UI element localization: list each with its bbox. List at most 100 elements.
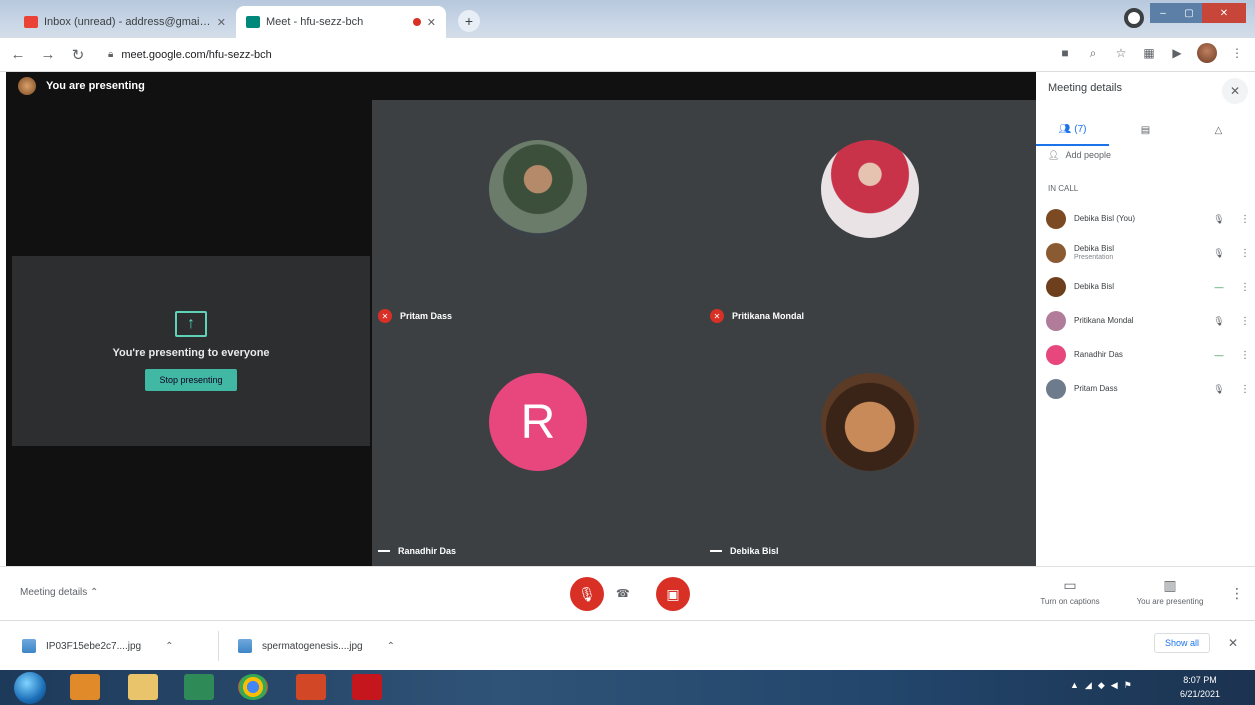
avatar xyxy=(1046,379,1066,399)
clock-date: 6/21/2021 xyxy=(1180,689,1221,699)
mic-off-icon: 🎙︎ xyxy=(578,585,596,602)
clock[interactable]: 8:07 PM 6/21/2021 xyxy=(1180,673,1220,701)
mic-toggle-button[interactable]: 🎙︎ xyxy=(570,577,604,611)
more-options-icon[interactable]: ⋮ xyxy=(1235,350,1255,361)
list-item[interactable]: Pritikana Mondal 🎙︎ ⋮ xyxy=(1036,304,1255,338)
avatar xyxy=(1046,311,1066,331)
captions-label: Turn on captions xyxy=(1040,597,1100,606)
participant-tile[interactable]: ✕ Pritam Dass xyxy=(372,100,704,333)
acrobat-icon[interactable] xyxy=(352,674,382,700)
participant-name: Pritam Dass xyxy=(1074,383,1118,393)
divider xyxy=(218,631,219,661)
pin-icon[interactable]: ⋮ xyxy=(1235,214,1255,225)
forward-icon[interactable]: → xyxy=(36,43,60,67)
present-button[interactable]: ▥ You are presenting xyxy=(1130,577,1210,606)
close-window-button[interactable]: ✕ xyxy=(1202,3,1246,23)
phone-icon: ☎︎ xyxy=(616,588,630,600)
camera-toggle-button[interactable]: ▣ xyxy=(656,577,690,611)
excel-icon[interactable] xyxy=(184,674,214,700)
list-item[interactable]: Pritam Dass 🎙︎ ⋮ xyxy=(1036,372,1255,406)
tab-people[interactable]: 👥︎ (7) xyxy=(1036,114,1109,146)
recording-dot-icon xyxy=(412,18,421,26)
avatar xyxy=(1046,277,1066,297)
list-item[interactable]: Ranadhir Das — ⋮ xyxy=(1036,338,1255,372)
extension-icon[interactable]: ▦ xyxy=(1141,45,1157,61)
start-button[interactable] xyxy=(14,672,46,704)
system-tray[interactable]: ▲◢◆◀⚑ xyxy=(1070,680,1138,691)
participant-name-tag: ✕ Pritam Dass xyxy=(378,309,452,323)
participant-name-tag: ✕ Pritikana Mondal xyxy=(710,309,804,323)
download-item[interactable]: IP03F15ebe2c7....jpg ⌃ xyxy=(22,635,173,657)
list-item[interactable]: Debika Bisl — ⋮ xyxy=(1036,270,1255,304)
file-explorer-icon[interactable] xyxy=(128,674,158,700)
chrome-icon[interactable] xyxy=(238,674,268,700)
camera-icon[interactable]: ■ xyxy=(1057,45,1073,61)
participant-avatar xyxy=(489,140,587,238)
address-bar[interactable]: 🔒︎ meet.google.com/hfu-sezz-bch xyxy=(100,43,1000,67)
media-player-icon[interactable] xyxy=(70,674,100,700)
powerpoint-icon[interactable] xyxy=(296,674,326,700)
more-options-icon[interactable]: ⋮ xyxy=(1235,384,1255,395)
tab-activities[interactable]: △ xyxy=(1182,114,1255,146)
panel-tabs: 👥︎ (7) ▤ △ xyxy=(1036,114,1255,146)
presenting-banner: You are presenting xyxy=(6,72,1036,100)
avatar xyxy=(1046,345,1066,365)
add-people-label: Add people xyxy=(1065,150,1111,160)
meeting-details-button[interactable]: Meeting details ⌃ xyxy=(20,587,98,598)
download-item[interactable]: spermatogenesis....jpg ⌃ xyxy=(238,635,395,657)
reload-icon[interactable]: ↻ xyxy=(66,43,90,67)
audio-level-icon: — xyxy=(1214,350,1224,360)
captions-button[interactable]: ▭ Turn on captions xyxy=(1030,577,1110,606)
profile-avatar[interactable] xyxy=(1197,43,1217,63)
participant-grid: ✕ Pritam Dass ✕ Pritikana Mondal R Ranad… xyxy=(372,100,1036,566)
close-icon[interactable]: ✕ xyxy=(427,16,436,29)
tab-meet[interactable]: Meet - hfu-sezz-bch ✕ xyxy=(236,6,446,38)
more-options-icon[interactable]: ⋮ xyxy=(1230,585,1244,602)
participant-tile[interactable]: R Ranadhir Das xyxy=(372,333,704,566)
participant-name-tag: Debika Bisl xyxy=(710,546,779,556)
close-panel-button[interactable]: ✕ xyxy=(1222,78,1248,104)
participant-list: Debika Bisl (You) 🎙︎ ⋮ Debika Bisl Presen… xyxy=(1036,202,1255,406)
tab-gmail[interactable]: Inbox (unread) - address@gmail.com ✕ xyxy=(14,6,236,38)
mic-off-icon: ✕ xyxy=(378,309,392,323)
activities-icon: △ xyxy=(1214,124,1223,136)
hang-up-button[interactable]: ☎︎ xyxy=(616,587,630,600)
participant-name: Pritikana Mondal xyxy=(1074,315,1134,325)
more-options-icon[interactable]: ⋮ xyxy=(1235,248,1255,259)
people-icon: 👥︎ xyxy=(1058,123,1072,135)
people-count: (7) xyxy=(1074,123,1087,135)
more-options-icon[interactable]: ⋮ xyxy=(1235,282,1255,293)
chevron-up-icon[interactable]: ⌃ xyxy=(165,641,173,652)
back-icon[interactable]: ← xyxy=(6,43,30,67)
profile-icon[interactable] xyxy=(1124,8,1144,28)
star-icon[interactable]: ☆ xyxy=(1113,45,1129,61)
zoom-icon[interactable]: ⌕ xyxy=(1085,45,1101,61)
list-item[interactable]: Debika Bisl (You) 🎙︎ ⋮ xyxy=(1036,202,1255,236)
menu-icon[interactable]: ⋮ xyxy=(1229,45,1245,61)
clock-time: 8:07 PM xyxy=(1183,675,1217,685)
lock-icon: 🔒︎ xyxy=(108,49,114,60)
participant-tile[interactable]: Debika Bisl xyxy=(704,333,1036,566)
minimize-button[interactable]: – xyxy=(1150,3,1176,23)
tab-title: Meet - hfu-sezz-bch xyxy=(266,16,364,28)
stop-presenting-button[interactable]: Stop presenting xyxy=(145,369,237,391)
participant-name: Debika Bisl (You) xyxy=(1074,213,1136,223)
more-options-icon[interactable]: ⋮ xyxy=(1235,316,1255,327)
close-icon[interactable]: ✕ xyxy=(1228,636,1238,650)
participant-tile[interactable]: ✕ Pritikana Mondal xyxy=(704,100,1036,333)
new-tab-button[interactable]: + xyxy=(458,10,480,32)
chevron-up-icon[interactable]: ⌃ xyxy=(387,641,395,652)
tab-chat[interactable]: ▤ xyxy=(1109,114,1182,146)
maximize-button[interactable]: ▢ xyxy=(1176,3,1202,23)
participant-name: Debika Bisl xyxy=(1074,281,1115,291)
mic-off-icon: 🎙︎ xyxy=(1213,247,1225,258)
add-people-button[interactable]: 👤︎ Add people xyxy=(1048,150,1111,161)
chevron-up-icon: ⌃ xyxy=(90,587,99,598)
show-all-button[interactable]: Show all xyxy=(1154,633,1211,653)
present-icon: ▥ xyxy=(1163,577,1177,593)
close-icon[interactable]: ✕ xyxy=(217,16,226,29)
participant-avatar: R xyxy=(489,373,587,471)
cast-icon[interactable]: ▶ xyxy=(1169,45,1185,61)
list-item[interactable]: Debika Bisl Presentation 🎙︎ ⋮ xyxy=(1036,236,1255,270)
presenting-card: ↑ You're presenting to everyone Stop pre… xyxy=(12,256,370,446)
